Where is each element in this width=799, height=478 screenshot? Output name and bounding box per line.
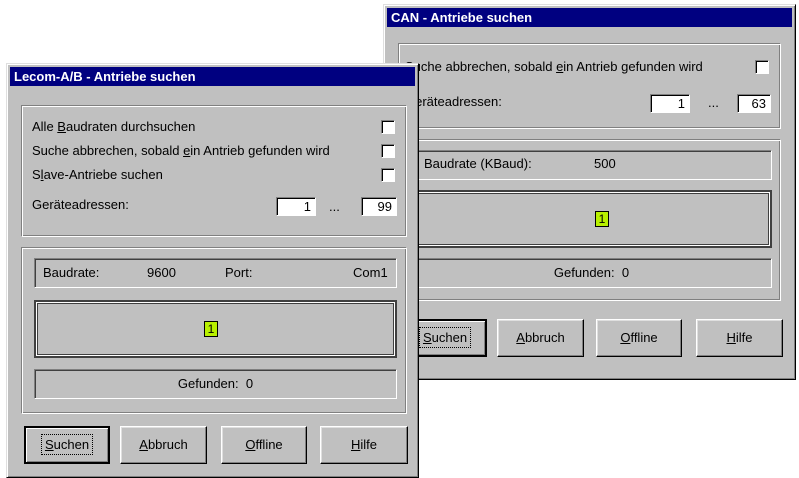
lecom-baud-port-panel: Baudrate: 9600 Port: Com1 [34,258,397,288]
can-help-button[interactable]: Hilfe [696,319,783,357]
lecom-address-from-field[interactable]: 1 [276,197,316,216]
lecom-all-baudrates-label: Alle Baudraten durchsuchen [32,119,196,134]
can-device-address-label: Geräteadressen: [405,94,502,109]
can-baud-label: Baudrate (KBaud): [424,156,532,171]
can-status-group: Baudrate (KBaud): 500 1 Gefunden: 0 [398,139,781,301]
can-offline-button[interactable]: Offline [596,319,682,357]
lecom-address-separator: ... [329,199,340,214]
lecom-help-button[interactable]: Hilfe [320,426,408,464]
can-address-to-field[interactable]: 63 [737,94,771,113]
lecom-baud-value: 9600 [147,265,176,280]
can-baud-value: 500 [594,156,616,171]
can-abort-on-found-checkbox[interactable] [755,60,769,74]
can-options-group: Suche abbrechen, sobald ein Antrieb gefu… [398,43,781,129]
lecom-status-group: Baudrate: 9600 Port: Com1 1 Gefunden: 0 [21,247,407,414]
can-found-panel: Gefunden: 0 [411,258,772,288]
lecom-found-indicator: 1 [204,321,218,337]
lecom-slave-drives-label: Slave-Antriebe suchen [32,167,163,182]
can-search-dialog: CAN - Antriebe suchen Suche abbrechen, s… [383,4,796,380]
lecom-offline-button[interactable]: Offline [221,426,307,464]
lecom-baud-label: Baudrate: [43,265,100,280]
can-dialog-title: CAN - Antriebe suchen [387,8,792,27]
can-baud-panel: Baudrate (KBaud): 500 [411,150,772,180]
lecom-abort-on-found-checkbox[interactable] [381,144,395,158]
lecom-port-label: Port: [225,265,253,280]
lecom-address-to-field[interactable]: 99 [361,197,397,216]
can-found-indicator: 1 [595,211,609,227]
lecom-dialog-title: Lecom-A/B - Antriebe suchen [10,67,415,86]
lecom-found-panel: Gefunden: 0 [34,369,397,399]
lecom-all-baudrates-checkbox[interactable] [381,120,395,134]
lecom-search-progress-frame: 1 [34,300,397,358]
can-address-from-field[interactable]: 1 [650,94,690,113]
lecom-port-value: Com1 [353,265,388,280]
lecom-slave-drives-checkbox[interactable] [381,168,395,182]
can-found-text: Gefunden: 0 [553,265,630,280]
can-abort-on-found-label: Suche abbrechen, sobald ein Antrieb gefu… [405,59,703,74]
can-abort-button[interactable]: Abbruch [497,319,584,357]
lecom-abort-on-found-label: Suche abbrechen, sobald ein Antrieb gefu… [32,143,330,158]
lecom-search-dialog: Lecom-A/B - Antriebe suchen Alle Baudrat… [6,63,419,478]
can-address-separator: ... [708,95,719,110]
lecom-search-button[interactable]: Suchen [24,426,110,464]
lecom-found-text: Gefunden: 0 [177,376,254,391]
can-search-progress-frame: 1 [411,190,772,248]
lecom-options-group: Alle Baudraten durchsuchen Suche abbrech… [21,105,407,237]
lecom-device-address-label: Geräteadressen: [32,197,129,212]
lecom-abort-button[interactable]: Abbruch [120,426,207,464]
